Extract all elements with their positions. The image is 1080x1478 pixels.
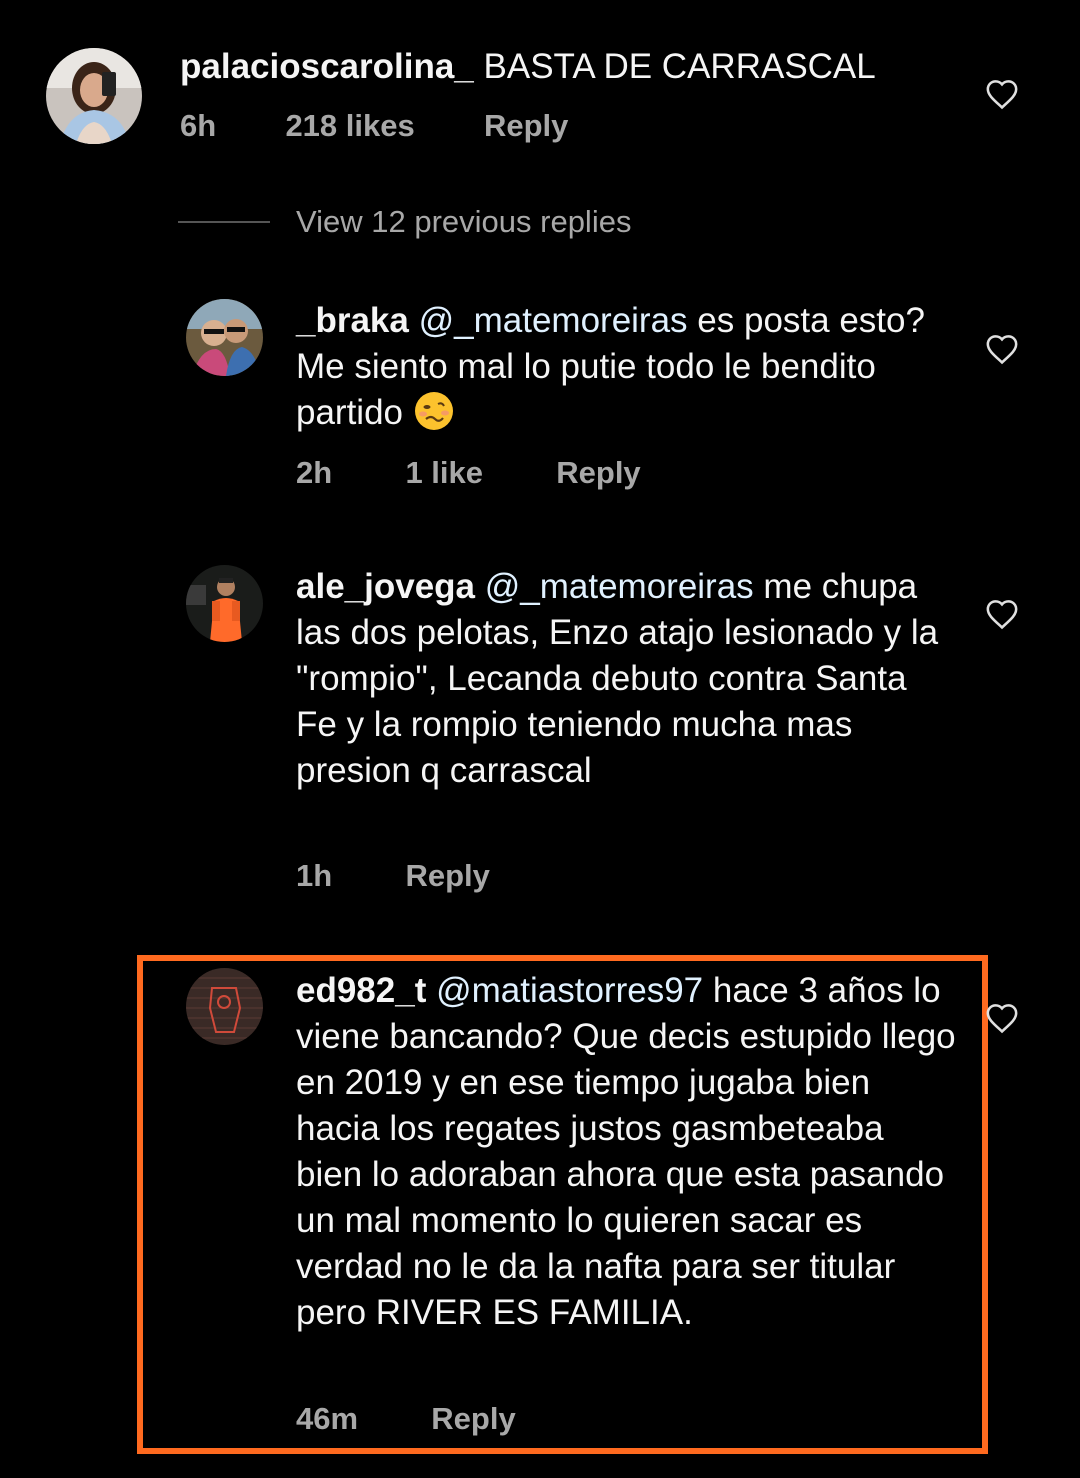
reply-button[interactable]: Reply xyxy=(556,455,640,491)
comment-text: hace 3 años lo viene bancando? Que decis… xyxy=(296,971,956,1332)
user-avatar-photo-icon xyxy=(186,299,263,376)
view-previous-replies[interactable]: View 12 previous replies xyxy=(178,200,631,244)
user-avatar-photo-icon xyxy=(186,565,263,642)
avatar[interactable] xyxy=(186,299,263,376)
user-avatar-photo-icon xyxy=(46,48,142,144)
reply-button[interactable]: Reply xyxy=(484,108,568,144)
heart-outline-icon[interactable] xyxy=(985,1002,1019,1034)
username[interactable]: ed982_t xyxy=(296,971,426,1010)
heart-outline-icon[interactable] xyxy=(985,333,1019,365)
avatar[interactable] xyxy=(186,968,263,1045)
comment-meta: 6h 218 likes Reply xyxy=(180,108,568,144)
comment-meta: 1h Reply xyxy=(296,858,490,894)
mention-link[interactable]: @matiastorres97 xyxy=(436,971,703,1010)
timestamp: 1h xyxy=(296,858,333,893)
heart-outline-icon[interactable] xyxy=(985,598,1019,630)
divider xyxy=(178,221,270,223)
comment-meta: 46m Reply xyxy=(296,1401,516,1437)
likes-count[interactable]: 218 likes xyxy=(285,108,414,144)
username[interactable]: ale_jovega xyxy=(296,567,475,606)
likes-count[interactable]: 1 like xyxy=(405,455,483,491)
avatar[interactable] xyxy=(186,565,263,642)
username[interactable]: _braka xyxy=(296,301,409,340)
comment-text: BASTA DE CARRASCAL xyxy=(483,47,876,86)
user-avatar-photo-icon xyxy=(186,968,263,1045)
reply-button[interactable]: Reply xyxy=(405,858,489,894)
mention-link[interactable]: @_matemoreiras xyxy=(419,301,688,340)
heart-outline-icon[interactable] xyxy=(985,78,1019,110)
timestamp: 46m xyxy=(296,1401,359,1436)
view-replies-label[interactable]: View 12 previous replies xyxy=(296,204,631,240)
timestamp: 6h xyxy=(180,108,217,143)
reply-button[interactable]: Reply xyxy=(431,1401,515,1437)
username[interactable]: palacioscarolina_ xyxy=(180,47,474,86)
avatar[interactable] xyxy=(46,48,142,144)
mention-link[interactable]: @_matemoreiras xyxy=(485,567,754,606)
comment-meta: 2h 1 like Reply xyxy=(296,455,641,491)
timestamp: 2h xyxy=(296,455,333,490)
woozy-face-emoji-icon xyxy=(413,390,455,432)
